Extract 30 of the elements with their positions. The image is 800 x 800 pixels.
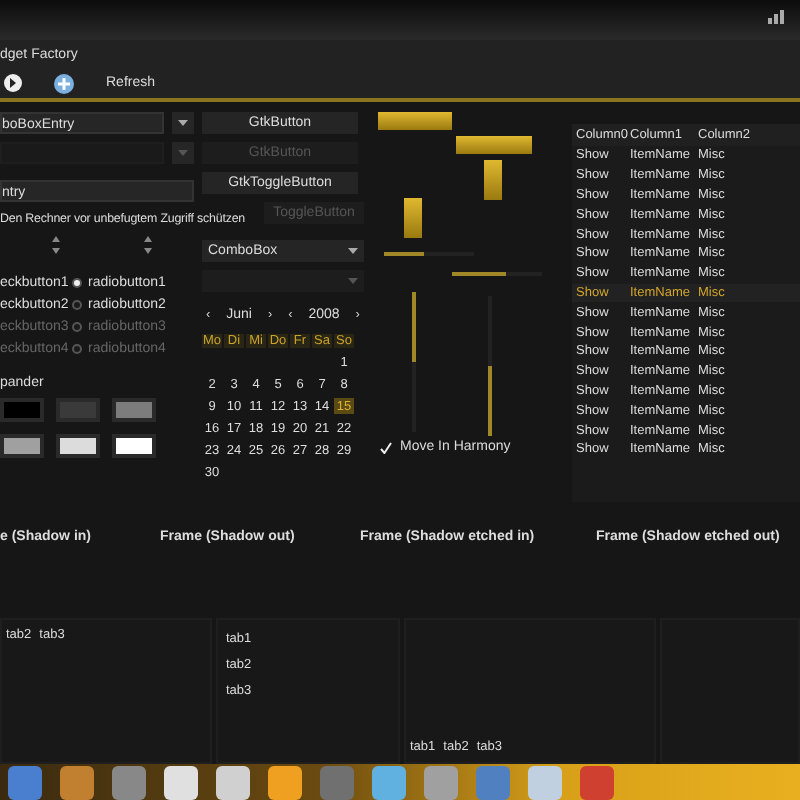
caret-icon	[178, 150, 188, 156]
add-icon	[54, 73, 74, 93]
color-button[interactable]	[112, 434, 156, 458]
radio-dot[interactable]	[72, 300, 82, 310]
scrollbar-thumb[interactable]	[378, 112, 452, 130]
scrollbar-thumb[interactable]	[456, 136, 532, 154]
caret-icon	[348, 278, 358, 284]
app-icon[interactable]	[112, 765, 146, 799]
app-icon[interactable]	[268, 765, 302, 799]
add-button[interactable]	[50, 70, 78, 96]
spin-arrows-icon[interactable]	[144, 236, 152, 254]
radio-dot[interactable]	[72, 278, 82, 288]
app-icon[interactable]	[8, 765, 42, 799]
caret-icon	[178, 120, 188, 126]
color-button[interactable]	[56, 398, 100, 422]
color-button[interactable]	[56, 434, 100, 458]
color-button[interactable]	[0, 434, 44, 458]
scrollbar-thumb[interactable]	[484, 160, 502, 200]
color-button[interactable]	[112, 398, 156, 422]
check-mark-icon[interactable]	[380, 441, 392, 453]
signal-icon	[768, 8, 788, 24]
color-button[interactable]	[0, 398, 44, 422]
scrollbar-thumb[interactable]	[404, 198, 422, 238]
app-icon[interactable]	[164, 765, 198, 799]
app-icon[interactable]	[216, 765, 250, 799]
forward-button[interactable]	[0, 70, 26, 96]
app-icon[interactable]	[60, 765, 94, 799]
spin-arrows-icon[interactable]	[52, 236, 60, 254]
caret-icon	[348, 248, 358, 254]
dropdown-button[interactable]	[172, 112, 194, 134]
